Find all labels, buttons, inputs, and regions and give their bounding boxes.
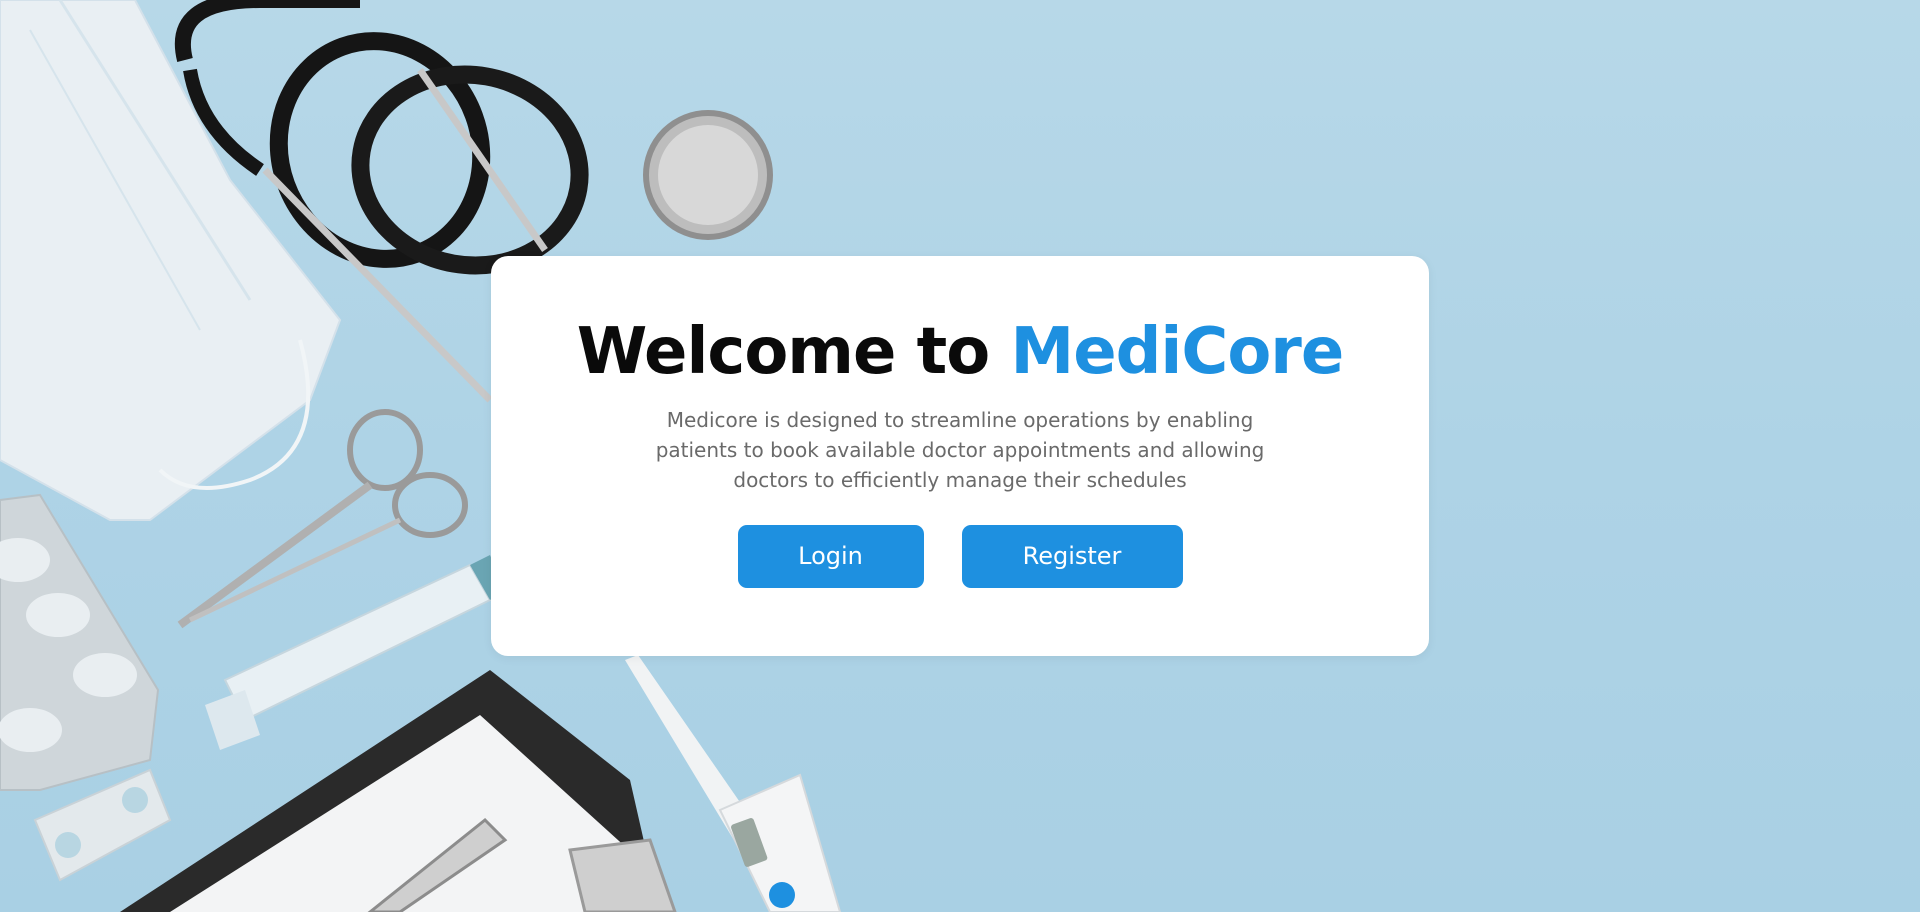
landing-page: Welcome to MediCore Medicore is designed… xyxy=(0,0,1920,912)
auth-actions: Login Register xyxy=(491,524,1429,588)
clipboard-icon xyxy=(120,670,677,912)
register-button[interactable]: Register xyxy=(961,524,1183,588)
title-prefix: Welcome to xyxy=(576,315,1011,389)
welcome-card: Welcome to MediCore Medicore is designed… xyxy=(491,256,1429,656)
surgical-mask-icon xyxy=(0,0,342,521)
welcome-title: Welcome to MediCore xyxy=(491,314,1429,391)
login-button[interactable]: Login xyxy=(737,524,924,588)
welcome-description: Medicore is designed to streamline opera… xyxy=(655,407,1265,492)
brand-name: MediCore xyxy=(1010,315,1345,389)
pill-blister-icon xyxy=(0,493,172,882)
